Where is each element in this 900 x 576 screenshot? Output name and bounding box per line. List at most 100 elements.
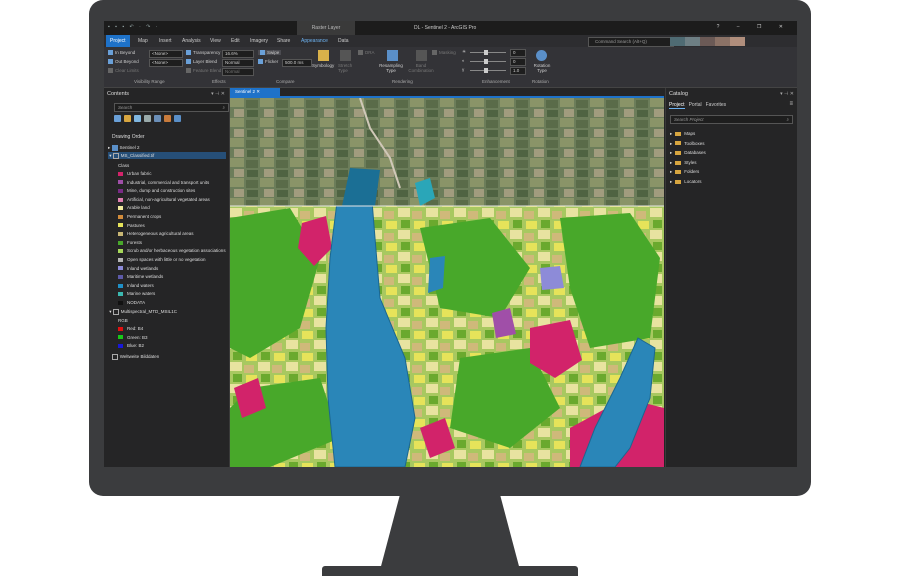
layer-basemap[interactable]: Weltweite Bilddaten: [108, 353, 159, 360]
tab-insert[interactable]: Insert: [159, 35, 172, 47]
list-by-drawing-order-icon[interactable]: [114, 115, 121, 122]
pane-controls[interactable]: ▾ ⊣ ✕: [211, 91, 225, 97]
flicker-rate-input[interactable]: 500.0 ms: [282, 59, 312, 67]
band-combination-button[interactable]: Band Combination: [407, 63, 435, 73]
map-view-tab[interactable]: Sentinel 2 ✕: [230, 88, 280, 96]
layer-multispectral[interactable]: ▾ Multispectral_MTD_MSIL1C: [108, 308, 177, 315]
resampling-icon[interactable]: [387, 50, 398, 61]
gamma-slider[interactable]: [470, 68, 506, 73]
close-icon[interactable]: ✕: [256, 89, 260, 94]
symbology-icon[interactable]: [318, 50, 329, 61]
layer-classified[interactable]: ▾ MS_Classified.tif: [108, 152, 226, 159]
contrast-input[interactable]: 0: [510, 58, 526, 66]
list-by-labeling-icon[interactable]: [164, 115, 171, 122]
legend-item[interactable]: Maritime wetlands: [118, 273, 163, 280]
pane-controls[interactable]: ▾ ⊣ ✕: [780, 91, 794, 97]
catalog-item-folders[interactable]: ▸ Folders: [670, 168, 699, 175]
legend-item[interactable]: Heterogeneous agricultural areas: [118, 230, 194, 237]
tab-catalog-project[interactable]: Project: [669, 102, 685, 109]
brightness-input[interactable]: 0: [510, 49, 526, 57]
band-item[interactable]: Blue: B2: [118, 342, 144, 349]
tab-edit[interactable]: Edit: [231, 35, 240, 47]
tab-imagery[interactable]: Imagery: [250, 35, 268, 47]
list-by-source-icon[interactable]: [124, 115, 131, 122]
legend-item[interactable]: Arable land: [118, 204, 150, 211]
out-beyond-select[interactable]: <None>: [149, 59, 183, 67]
catalog-item-styles[interactable]: ▸ Styles: [670, 159, 697, 166]
flicker-button[interactable]: Flicker: [258, 59, 278, 65]
in-beyond-select[interactable]: <None>: [149, 50, 183, 58]
masking-button[interactable]: Masking: [432, 50, 456, 56]
layer-blend-select[interactable]: Normal: [222, 59, 254, 67]
transparency-input[interactable]: 16.6%: [222, 50, 254, 58]
catalog-search-input[interactable]: Search Project ⌕: [670, 115, 793, 124]
legend-item[interactable]: Artificial, non-agricultural vegetated a…: [118, 196, 210, 203]
quick-access-toolbar[interactable]: ▪ ▪ ▪ ↶ · ↷ ·: [108, 24, 159, 30]
expand-icon[interactable]: ▸: [670, 160, 672, 165]
stretch-type-icon[interactable]: [340, 50, 351, 61]
legend-item[interactable]: Pastures: [118, 222, 145, 229]
list-by-editing-icon[interactable]: [144, 115, 151, 122]
expand-icon[interactable]: ▸: [670, 141, 672, 146]
window-controls[interactable]: ? – ❐ ✕: [717, 24, 791, 30]
tab-share[interactable]: Share: [277, 35, 290, 47]
rotation-icon[interactable]: [536, 50, 547, 61]
legend-item[interactable]: Marine waters: [118, 290, 155, 297]
menu-icon[interactable]: ≡: [789, 101, 793, 107]
layer-visibility-checkbox[interactable]: [112, 308, 119, 315]
expand-icon[interactable]: ▸: [670, 179, 672, 184]
legend-swatch: [118, 300, 123, 305]
legend-item[interactable]: Urban fabric: [118, 170, 152, 177]
legend-item[interactable]: Scrub and/or herbaceous vegetation assoc…: [118, 247, 226, 254]
map-node[interactable]: ▸ Sentinel 2: [108, 144, 140, 151]
band-combination-icon[interactable]: [416, 50, 427, 61]
map-canvas[interactable]: [230, 98, 664, 467]
swipe-button[interactable]: Swipe: [258, 50, 282, 56]
dra-button[interactable]: DRA: [358, 50, 375, 56]
rotation-type-button[interactable]: Rotation Type: [532, 63, 552, 73]
contents-search-input[interactable]: Search ⌕: [114, 103, 229, 112]
legend-item[interactable]: Permanent crops: [118, 213, 161, 220]
legend-item[interactable]: NODATA: [118, 299, 145, 306]
catalog-item-locators[interactable]: ▸ Locators: [670, 178, 702, 185]
expand-icon[interactable]: ▸: [670, 169, 672, 174]
list-by-snapping-icon[interactable]: [154, 115, 161, 122]
tab-catalog-favorites[interactable]: Favorites: [706, 102, 727, 108]
out-beyond-button[interactable]: Out Beyond: [108, 59, 139, 65]
catalog-item-databases[interactable]: ▸ Databases: [670, 149, 706, 156]
brightness-slider[interactable]: [470, 50, 506, 55]
legend-item[interactable]: Mine, dump and construction sites: [118, 187, 195, 194]
legend-item[interactable]: Forests: [118, 239, 142, 246]
tab-analysis[interactable]: Analysis: [182, 35, 201, 47]
legend-item[interactable]: Open spaces with little or no vegetation: [118, 256, 206, 263]
stretch-type-button[interactable]: Stretch Type: [338, 63, 352, 73]
expand-icon[interactable]: ▸: [670, 150, 672, 155]
command-search-input[interactable]: Command Search (Alt+Q): [588, 37, 674, 47]
tab-project[interactable]: Project: [106, 35, 130, 47]
symbology-button[interactable]: Symbology: [312, 63, 334, 68]
band-item[interactable]: Red: B4: [118, 325, 143, 332]
contrast-slider[interactable]: [470, 59, 506, 64]
list-by-selection-icon[interactable]: [134, 115, 141, 122]
account-banner[interactable]: [670, 37, 745, 46]
in-beyond-button[interactable]: In Beyond: [108, 50, 135, 56]
resampling-type-button[interactable]: Resampling Type: [374, 63, 408, 73]
expand-icon[interactable]: ▸: [670, 131, 672, 136]
map-view[interactable]: [230, 98, 664, 467]
layer-visibility-checkbox[interactable]: [112, 152, 119, 159]
tab-map[interactable]: Map: [138, 35, 148, 47]
legend-item[interactable]: Industrial, commercial and transport uni…: [118, 179, 209, 186]
feature-blend-select[interactable]: Normal: [222, 68, 254, 76]
catalog-item-maps[interactable]: ▸ Maps: [670, 130, 695, 137]
tab-catalog-portal[interactable]: Portal: [689, 102, 702, 108]
tab-view[interactable]: View: [210, 35, 221, 47]
band-item[interactable]: Green: B3: [118, 334, 148, 341]
legend-item[interactable]: Inland waters: [118, 282, 154, 289]
clear-limits-button[interactable]: Clear Limits: [108, 68, 139, 74]
legend-item[interactable]: Inland wetlands: [118, 265, 158, 272]
layer-visibility-checkbox[interactable]: [111, 353, 118, 360]
catalog-item-toolboxes[interactable]: ▸ Toolboxes: [670, 140, 705, 147]
list-by-perspective-icon[interactable]: [174, 115, 181, 122]
gamma-input[interactable]: 1.0: [510, 67, 526, 75]
tab-data[interactable]: Data: [338, 35, 349, 47]
